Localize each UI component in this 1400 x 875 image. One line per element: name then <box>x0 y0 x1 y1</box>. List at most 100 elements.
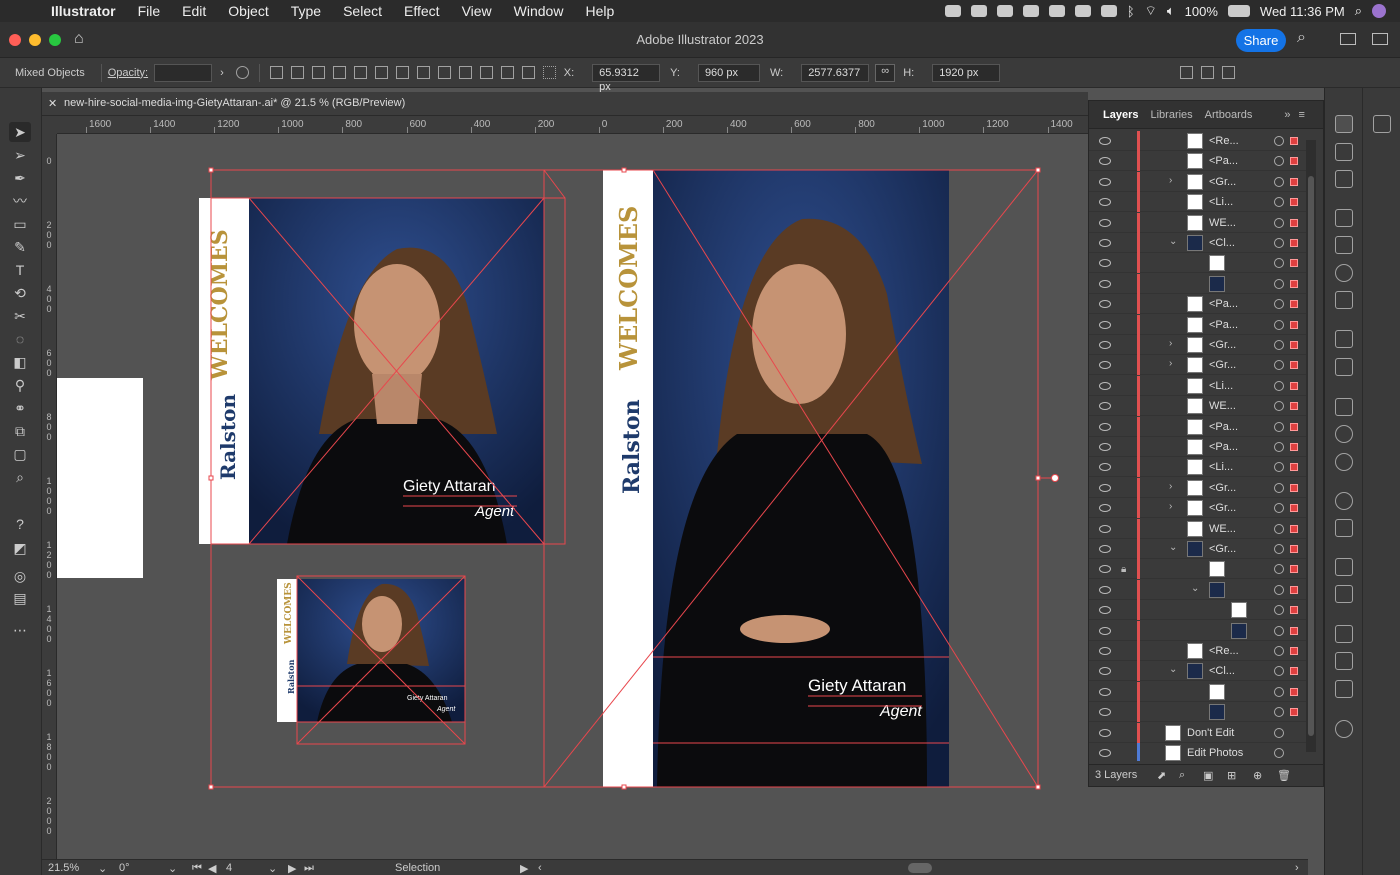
export-icon[interactable]: ⬈ <box>1157 769 1166 782</box>
swatches-icon[interactable] <box>1335 398 1353 416</box>
collapse-panel-icon[interactable]: » <box>1284 109 1290 121</box>
target-icon[interactable] <box>1274 523 1284 534</box>
transform-icon[interactable] <box>269 66 283 79</box>
selection-indicator[interactable] <box>1290 422 1298 431</box>
layer-name[interactable]: <Gr... <box>1209 543 1236 555</box>
lasso-tool-icon[interactable]: ◌ <box>9 329 31 349</box>
layer-row[interactable]: ⌄ <box>1089 579 1309 600</box>
type-tool-icon[interactable]: T <box>9 260 31 280</box>
zoom-dropdown-icon[interactable]: ⌄ <box>98 862 107 875</box>
target-icon[interactable] <box>1274 401 1284 412</box>
properties-icon[interactable] <box>1335 143 1353 161</box>
bluetooth-icon[interactable]: ᛒ <box>1127 4 1135 19</box>
visibility-eye-icon[interactable] <box>1099 320 1111 329</box>
target-icon[interactable] <box>1274 238 1284 248</box>
opacity-input[interactable] <box>154 63 213 82</box>
visibility-eye-icon[interactable] <box>1099 647 1111 655</box>
expand-chevron-icon[interactable]: ⌄ <box>1169 542 1177 553</box>
layer-row[interactable]: WE... <box>1089 518 1309 539</box>
arrange-documents-icon[interactable] <box>1340 33 1356 45</box>
selection-indicator[interactable] <box>1290 545 1298 553</box>
selection-indicator[interactable] <box>1290 259 1298 268</box>
align-right-icon[interactable] <box>332 66 346 79</box>
color-guide-icon[interactable] <box>1335 519 1353 537</box>
menu-help[interactable]: Help <box>574 3 625 19</box>
previous-artboard-icon[interactable]: ◀ <box>208 862 216 875</box>
distribute-middle-icon[interactable] <box>437 66 451 79</box>
first-artboard-icon[interactable]: ⏮ <box>192 862 202 875</box>
visibility-eye-icon[interactable] <box>1099 198 1111 207</box>
visibility-eye-icon[interactable] <box>1099 157 1111 166</box>
layer-row[interactable]: <Pa... <box>1089 314 1309 335</box>
menu-window[interactable]: Window <box>503 3 575 19</box>
layer-row[interactable]: WE... <box>1089 396 1309 417</box>
target-icon[interactable] <box>1274 258 1284 269</box>
stack-icon[interactable] <box>1074 5 1091 17</box>
target-icon[interactable] <box>1274 217 1284 228</box>
target-icon[interactable] <box>1274 482 1284 493</box>
rotation-value[interactable]: 0° <box>119 862 130 874</box>
align-middle-icon[interactable] <box>374 66 388 79</box>
close-tab-icon[interactable]: ✕ <box>48 97 57 110</box>
selection-indicator[interactable] <box>1290 504 1298 513</box>
properties-panel-icon[interactable] <box>1373 115 1391 133</box>
layer-name[interactable]: <Re... <box>1209 135 1239 147</box>
visibility-eye-icon[interactable] <box>1099 708 1111 717</box>
color-icon[interactable] <box>1335 492 1353 510</box>
selection-indicator[interactable] <box>1290 443 1298 451</box>
opentype-icon[interactable] <box>1335 264 1353 282</box>
layer-name[interactable]: <Pa... <box>1209 441 1238 453</box>
layer-row[interactable]: Edit Photos <box>1089 743 1309 761</box>
h-input[interactable]: 1920 px <box>932 63 1001 82</box>
visibility-eye-icon[interactable] <box>1099 687 1111 696</box>
layer-name[interactable]: Don't Edit <box>1187 727 1234 739</box>
layer-name[interactable]: <Pa... <box>1209 319 1238 331</box>
visibility-eye-icon[interactable] <box>1099 749 1111 757</box>
shape-builder-tool-icon[interactable]: ⧉ <box>9 421 31 441</box>
selection-indicator[interactable] <box>1290 218 1298 227</box>
target-icon[interactable] <box>1274 625 1284 636</box>
selection-indicator[interactable] <box>1290 361 1298 370</box>
visibility-eye-icon[interactable] <box>1099 402 1111 411</box>
last-artboard-icon[interactable]: ⏭ <box>304 862 314 875</box>
selection-indicator[interactable] <box>1290 606 1298 615</box>
blend-tool-icon[interactable]: ⚭ <box>9 398 31 418</box>
scissors-tool-icon[interactable]: ✂ <box>9 306 31 326</box>
help-icon[interactable]: ? <box>9 514 31 534</box>
search-icon[interactable]: ⌕ <box>1297 29 1306 47</box>
x-input[interactable]: 65.9312 px <box>592 63 661 93</box>
visibility-eye-icon[interactable] <box>1099 443 1111 451</box>
visibility-eye-icon[interactable] <box>1099 239 1111 247</box>
menu-effect[interactable]: Effect <box>393 3 451 19</box>
layer-row[interactable]: <Re... <box>1089 131 1309 151</box>
rotation-dropdown-icon[interactable]: ⌄ <box>168 862 177 875</box>
cloud-icon[interactable] <box>970 5 987 17</box>
expand-chevron-icon[interactable]: › <box>1169 175 1172 186</box>
layer-name[interactable]: <Pa... <box>1209 155 1238 167</box>
visibility-eye-icon[interactable] <box>1099 341 1111 349</box>
horizontal-scrollbar-thumb[interactable] <box>908 863 932 873</box>
layer-row[interactable]: 🔒︎ <box>1089 559 1309 580</box>
screen-mode-icon[interactable]: ▤ <box>9 588 31 608</box>
time-machine-icon[interactable] <box>1100 5 1117 17</box>
target-icon[interactable] <box>1274 136 1284 146</box>
scrollbar-thumb[interactable] <box>1308 176 1314 736</box>
menu-object[interactable]: Object <box>217 3 279 19</box>
layer-row[interactable]: › <Gr... <box>1089 355 1309 376</box>
selection-indicator[interactable] <box>1290 524 1298 533</box>
distribute-left-icon[interactable] <box>479 66 493 79</box>
gradient-tool-icon[interactable]: ◧ <box>9 352 31 372</box>
tab-libraries[interactable]: Libraries <box>1144 109 1198 121</box>
target-icon[interactable] <box>1274 544 1284 554</box>
visibility-eye-icon[interactable] <box>1099 606 1111 615</box>
selection-indicator[interactable] <box>1290 137 1298 145</box>
visibility-eye-icon[interactable] <box>1099 565 1111 574</box>
panels-icon[interactable] <box>1372 33 1388 45</box>
layer-name[interactable]: <Gr... <box>1209 359 1236 371</box>
align-bottom-icon[interactable] <box>395 66 409 79</box>
target-icon[interactable] <box>1274 666 1284 677</box>
target-icon[interactable] <box>1274 503 1284 514</box>
drive-icon[interactable] <box>1048 5 1065 17</box>
layer-name[interactable]: <Pa... <box>1209 298 1238 310</box>
layer-row[interactable]: <Pa... <box>1089 151 1309 172</box>
